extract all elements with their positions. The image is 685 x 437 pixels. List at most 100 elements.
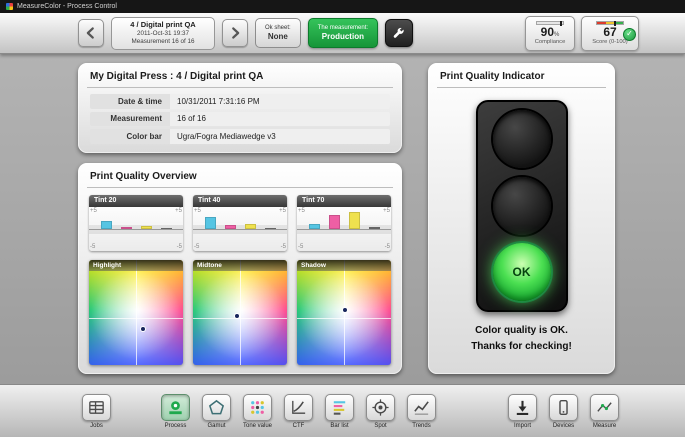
compliance-gauge: 90% Compliance <box>525 16 575 51</box>
gamut-title: Highlight <box>89 260 183 271</box>
info-label: Measurement <box>90 112 170 127</box>
job-date: 2011-Oct-31 19:37 <box>137 30 189 38</box>
tint-chart-title: Tint 70 <box>297 195 391 207</box>
spot-icon <box>366 394 395 421</box>
press-panel: My Digital Press : 4 / Digital print QA … <box>78 63 402 153</box>
window-title: MeasureColor - Process Control <box>17 3 117 10</box>
y-tick-label: +5 <box>175 208 182 214</box>
tool-button-import[interactable]: Import <box>504 394 541 429</box>
tool-button-measure[interactable]: Measure <box>586 394 623 429</box>
compliance-label: Compliance <box>535 39 566 45</box>
y-tick-label: -5 <box>177 244 182 250</box>
tool-button-process[interactable]: Process <box>157 394 194 429</box>
crosshair-hline <box>297 318 391 319</box>
ok-label: OK <box>513 265 531 279</box>
crosshair-vline <box>136 260 137 365</box>
bar-list-icon <box>325 394 354 421</box>
tint-chart-title: Tint 40 <box>193 195 287 207</box>
y-tick-label: -5 <box>281 244 286 250</box>
score-label: Score (0-100) <box>592 39 627 45</box>
tint-chart-title: Tint 20 <box>89 195 183 207</box>
tool-button-trends[interactable]: Trends <box>403 394 440 429</box>
measure-icon <box>590 394 619 421</box>
job-selector[interactable]: 4 / Digital print QA 2011-Oct-31 19:37 M… <box>111 17 215 50</box>
info-value: Ugra/Fogra Mediawedge v3 <box>170 129 390 144</box>
info-row-color-bar: Color bar Ugra/Fogra Mediawedge v3 <box>90 129 390 144</box>
tint-bar-black <box>369 227 380 228</box>
y-tick-label: +5 <box>279 208 286 214</box>
green-lamp-on-icon: OK <box>493 243 551 301</box>
tool-button-label: Gamut <box>207 423 225 429</box>
arrow-right-icon <box>228 26 242 40</box>
tint-chart-tint-20: Tint 20+5+5-5-5 <box>89 195 183 251</box>
indicator-message-line1: Color quality is OK. <box>437 323 606 339</box>
import-icon <box>508 394 537 421</box>
gamut-icon <box>202 394 231 421</box>
next-measurement-button[interactable] <box>222 19 248 47</box>
the-measurement-label: The measurement: <box>318 24 368 32</box>
left-column: My Digital Press : 4 / Digital print QA … <box>78 63 402 374</box>
tint-chart-tint-70: Tint 70+5+5-5-5 <box>297 195 391 251</box>
app-window: MeasureColor - Process Control 4 / Digit… <box>0 0 685 437</box>
traffic-light-wrap: OK <box>437 94 606 315</box>
previous-measurement-button[interactable] <box>78 19 104 47</box>
indicator-message: Color quality is OK. Thanks for checking… <box>437 315 606 368</box>
arrow-left-icon <box>84 26 98 40</box>
y-tick-label: +5 <box>90 208 97 214</box>
bottom-toolbar: Jobs Process Gamut Tone value CTF Bar list Sp… <box>0 384 685 437</box>
tint-bar-yellow <box>141 226 152 229</box>
info-value: 16 of 16 <box>170 112 390 127</box>
tint-bar-yellow <box>349 212 360 229</box>
tool-button-gamut[interactable]: Gamut <box>198 394 235 429</box>
tool-button-label: Jobs <box>90 423 103 429</box>
titlebar: MeasureColor - Process Control <box>0 0 685 13</box>
tool-button-tone-value[interactable]: Tone value <box>239 394 276 429</box>
tint-bar-yellow <box>245 224 256 229</box>
tool-button-jobs[interactable]: Jobs <box>78 394 115 429</box>
traffic-light: OK <box>476 100 568 312</box>
tool-button-label: Import <box>514 423 531 429</box>
tool-button-devices[interactable]: Devices <box>545 394 582 429</box>
info-label: Date & time <box>90 94 170 109</box>
tint-chart-plot: +5+5-5-5 <box>193 207 287 251</box>
score-gauge: 67 Score (0-100) ✓ <box>581 16 639 51</box>
gamut-highlight: Highlight <box>89 260 183 365</box>
ok-sheet-value: None <box>268 32 288 43</box>
score-gauges: 90% Compliance 67 Score (0-100) ✓ <box>525 16 639 51</box>
check-icon: ✓ <box>623 28 636 41</box>
tool-button-spot[interactable]: Spot <box>362 394 399 429</box>
tint-chart-plot: +5+5-5-5 <box>89 207 183 251</box>
process-icon <box>161 394 190 421</box>
tool-button-label: CTF <box>293 423 305 429</box>
settings-button[interactable] <box>385 19 413 47</box>
gamut-midtone: Midtone <box>193 260 287 365</box>
press-panel-title: My Digital Press : 4 / Digital print QA <box>87 69 393 88</box>
wrench-icon <box>391 25 407 41</box>
score-gauge-bar-icon <box>596 21 624 25</box>
info-row-date-time: Date & time 10/31/2011 7:31:16 PM <box>90 94 390 109</box>
tool-button-label: Trends <box>412 423 430 429</box>
red-lamp-off-icon <box>493 110 551 168</box>
score-value: 67 <box>603 26 616 39</box>
tint-bar-cyan <box>101 221 112 229</box>
tool-button-bar-list[interactable]: Bar list <box>321 394 358 429</box>
toolbar-group-jobs: Jobs <box>78 394 115 429</box>
ok-sheet-button[interactable]: Ok sheet: None <box>255 18 301 48</box>
tool-button-label: Spot <box>374 423 386 429</box>
gamut-marker <box>140 326 146 332</box>
y-tick-label: -5 <box>385 244 390 250</box>
tint-bar-black <box>265 228 276 229</box>
gamut-shadow: Shadow <box>297 260 391 365</box>
toolbar-group-tools: Import DevicesMeasure <box>504 394 623 429</box>
zero-line <box>297 229 391 230</box>
tool-button-label: Bar list <box>330 423 348 429</box>
info-value: 10/31/2011 7:31:16 PM <box>170 94 390 109</box>
gamut-title: Midtone <box>193 260 287 271</box>
tool-button-ctf[interactable]: CTF <box>280 394 317 429</box>
gauge-tick-icon <box>614 21 616 26</box>
the-measurement-button[interactable]: The measurement: Production <box>308 18 378 48</box>
devices-icon <box>549 394 578 421</box>
right-column: Print Quality Indicator OK Color quality… <box>428 63 615 374</box>
y-tick-label: +5 <box>194 208 201 214</box>
compliance-unit: % <box>554 32 559 38</box>
